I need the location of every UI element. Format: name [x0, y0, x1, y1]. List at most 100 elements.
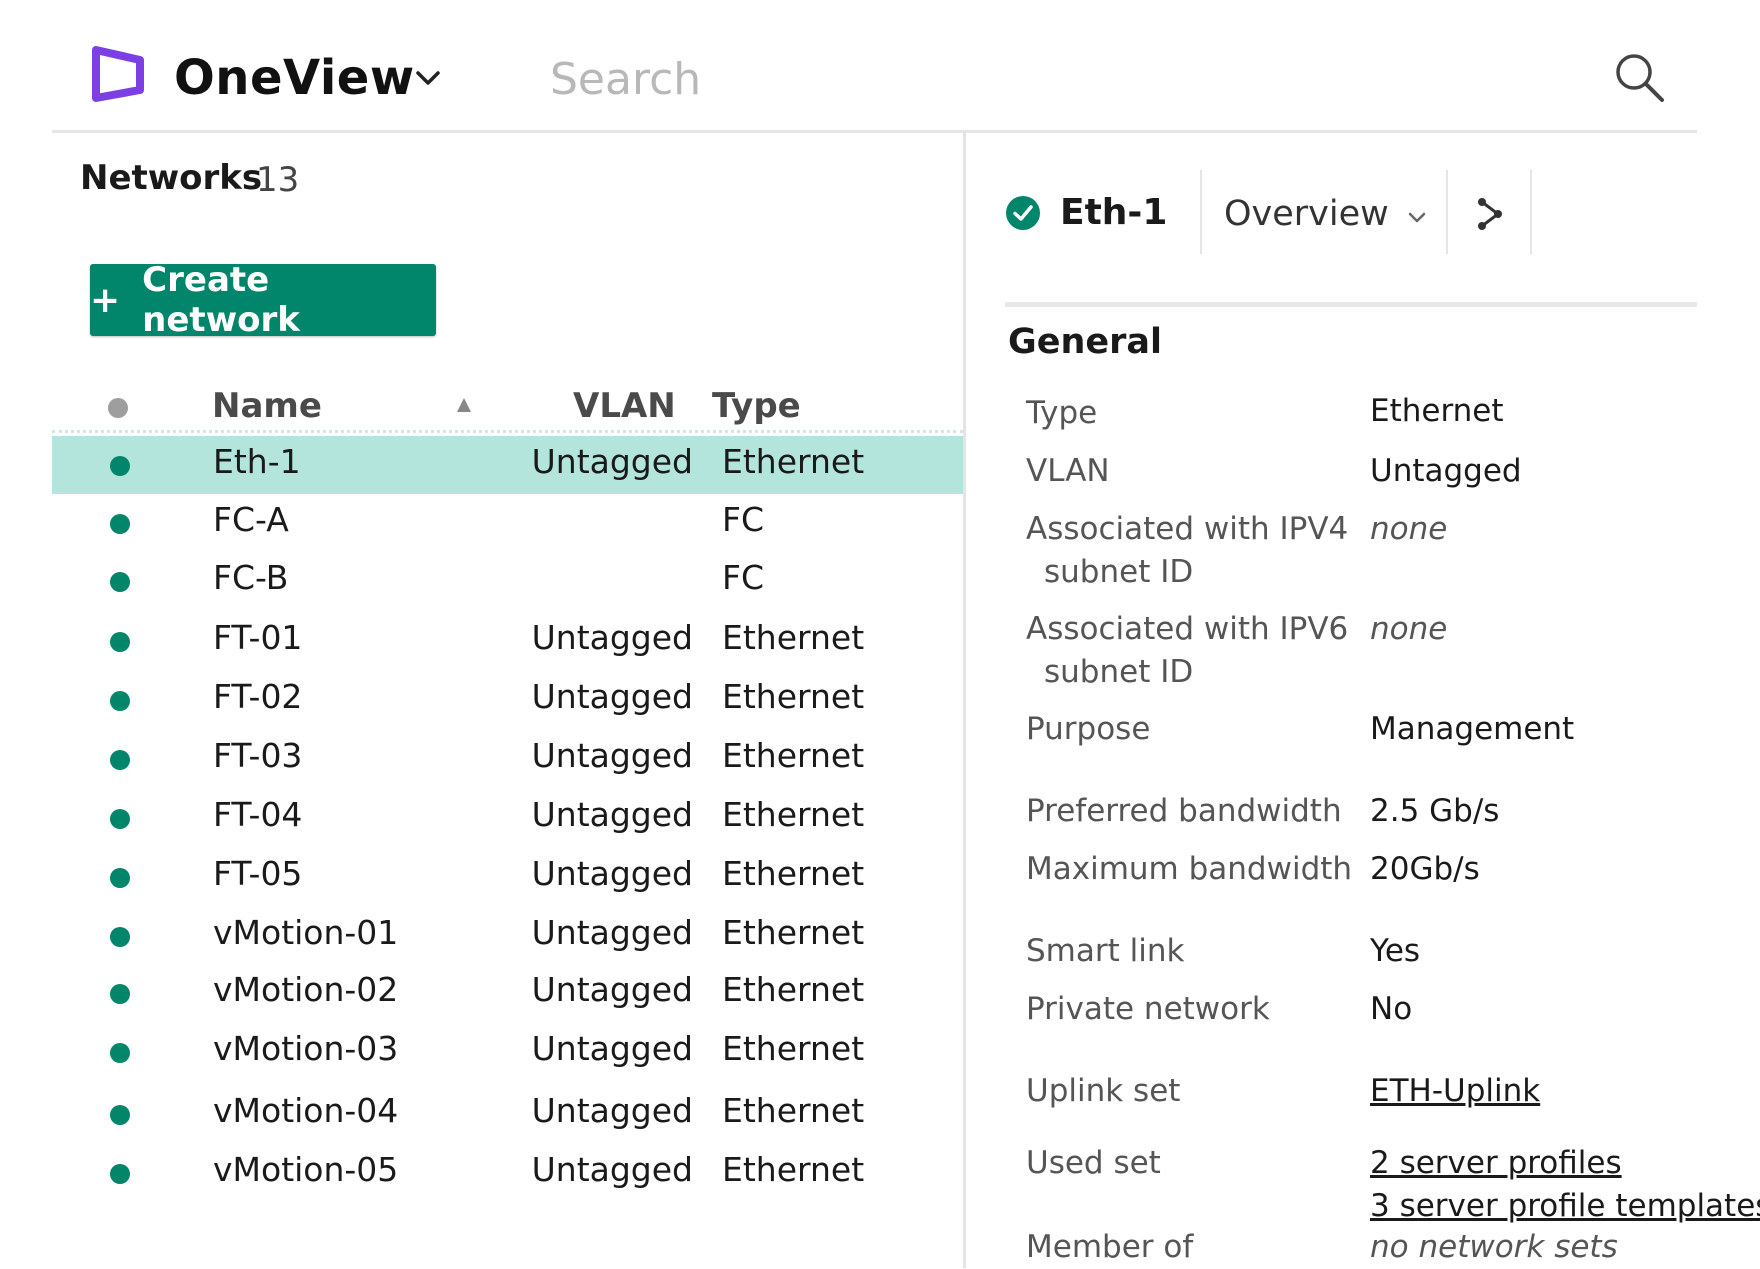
network-type: Ethernet	[722, 970, 865, 1009]
property-label-vlan: VLAN	[1026, 453, 1110, 489]
column-header-name[interactable]: Name	[212, 386, 322, 426]
network-name: vMotion-05	[213, 1150, 399, 1189]
plus-icon: +	[90, 279, 121, 321]
network-vlan: Untagged	[531, 1029, 693, 1068]
status-ok-icon	[110, 927, 130, 947]
property-label-ipv6-line1: Associated with IPV6	[1026, 611, 1349, 647]
property-label-private-network: Private network	[1026, 991, 1270, 1027]
column-header-vlan[interactable]: VLAN	[573, 386, 676, 426]
oneview-logo-icon[interactable]	[90, 46, 146, 102]
network-type: FC	[722, 558, 765, 597]
network-name: vMotion-02	[213, 970, 399, 1009]
property-label-uplink-set: Uplink set	[1026, 1073, 1181, 1109]
network-vlan: Untagged	[531, 736, 693, 775]
property-value-preferred-bandwidth: 2.5 Gb/s	[1370, 793, 1500, 829]
table-row[interactable]: Eth-1 Untagged Ethernet	[52, 436, 963, 494]
property-label-ipv4-line2: subnet ID	[1044, 554, 1194, 590]
table-row[interactable]: vMotion-01 Untagged Ethernet	[52, 907, 963, 965]
table-row[interactable]: FT-04 Untagged Ethernet	[52, 789, 963, 847]
network-name: FT-03	[213, 736, 303, 775]
property-value-smart-link: Yes	[1370, 933, 1421, 969]
toolbar-divider	[1530, 170, 1532, 254]
server-profile-templates-link[interactable]: 3 server profile templates	[1370, 1185, 1760, 1228]
network-type: Ethernet	[722, 795, 865, 834]
network-type: Ethernet	[722, 736, 865, 775]
create-network-button[interactable]: + Create network	[90, 260, 436, 340]
network-vlan: Untagged	[531, 913, 693, 952]
property-value-used-set: 2 server profiles 3 server profile templ…	[1370, 1142, 1760, 1228]
network-name: FT-02	[213, 677, 303, 716]
table-row[interactable]: vMotion-03 Untagged Ethernet	[52, 1023, 963, 1081]
topology-icon[interactable]	[1474, 196, 1506, 232]
network-name: Eth-1	[213, 442, 301, 481]
status-ok-icon	[110, 1043, 130, 1063]
property-label-ipv6-line2: subnet ID	[1044, 654, 1194, 690]
property-label-maximum-bandwidth: Maximum bandwidth	[1026, 851, 1353, 887]
network-type: Ethernet	[722, 618, 865, 657]
detail-title: Eth-1	[1060, 192, 1168, 233]
header-separator	[52, 430, 963, 433]
search-icon[interactable]	[1612, 50, 1666, 104]
network-type: Ethernet	[722, 1029, 865, 1068]
networks-title: Networks	[80, 158, 263, 198]
status-ok-icon	[110, 809, 130, 829]
server-profiles-link[interactable]: 2 server profiles	[1370, 1142, 1760, 1185]
property-label-purpose: Purpose	[1026, 711, 1151, 747]
property-label-smart-link: Smart link	[1026, 933, 1185, 969]
table-row[interactable]: vMotion-05 Untagged Ethernet	[52, 1144, 963, 1202]
table-row[interactable]: FC-A FC	[52, 494, 963, 552]
property-label-used-set: Used set	[1026, 1145, 1161, 1181]
property-label-ipv6: Associated with IPV6 subnet ID	[1026, 608, 1348, 694]
property-value-purpose: Management	[1370, 711, 1575, 747]
app-header: OneView	[52, 28, 1697, 133]
table-row[interactable]: FT-03 Untagged Ethernet	[52, 730, 963, 788]
status-ok-icon	[110, 750, 130, 770]
sort-ascending-icon[interactable]	[457, 398, 471, 412]
network-vlan: Untagged	[531, 970, 693, 1009]
chevron-down-icon[interactable]	[1406, 206, 1428, 228]
network-type: Ethernet	[722, 442, 865, 481]
column-header-type[interactable]: Type	[712, 386, 801, 426]
status-ok-icon	[110, 868, 130, 888]
chevron-down-icon[interactable]	[412, 62, 444, 94]
network-type: FC	[722, 500, 765, 539]
status-column-header[interactable]	[108, 398, 128, 418]
network-vlan: Untagged	[531, 677, 693, 716]
network-vlan: Untagged	[531, 1150, 693, 1189]
table-row[interactable]: vMotion-04 Untagged Ethernet	[52, 1085, 963, 1143]
property-value-ipv4: none	[1370, 511, 1448, 547]
status-ok-icon	[110, 572, 130, 592]
table-row[interactable]: FT-01 Untagged Ethernet	[52, 612, 963, 670]
network-vlan: Untagged	[531, 442, 693, 481]
network-type: Ethernet	[722, 854, 865, 893]
network-name: vMotion-03	[213, 1029, 399, 1068]
view-selector[interactable]: Overview	[1224, 194, 1389, 234]
table-row[interactable]: FT-05 Untagged Ethernet	[52, 848, 963, 906]
status-ok-icon	[110, 632, 130, 652]
property-label-member-of: Member of	[1026, 1229, 1194, 1265]
property-label-ipv4: Associated with IPV4 subnet ID	[1026, 508, 1348, 594]
table-row[interactable]: FC-B FC	[52, 552, 963, 610]
toolbar-divider	[1446, 170, 1448, 254]
property-value-private-network: No	[1370, 991, 1413, 1027]
search-input[interactable]	[548, 46, 1452, 112]
network-name: FT-05	[213, 854, 303, 893]
property-value-uplink-set: ETH-Uplink	[1370, 1070, 1540, 1113]
status-ok-icon	[110, 984, 130, 1004]
property-value-ipv6: none	[1370, 611, 1448, 647]
detail-header-underline	[1005, 302, 1697, 307]
network-type: Ethernet	[722, 1091, 865, 1130]
network-vlan: Untagged	[531, 795, 693, 834]
network-name: FC-B	[213, 558, 289, 597]
app-title[interactable]: OneView	[174, 50, 415, 106]
status-ok-icon	[110, 514, 130, 534]
network-name: vMotion-04	[213, 1091, 399, 1130]
network-type: Ethernet	[722, 913, 865, 952]
network-type: Ethernet	[722, 1150, 865, 1189]
table-row[interactable]: FT-02 Untagged Ethernet	[52, 671, 963, 729]
uplink-set-link[interactable]: ETH-Uplink	[1370, 1070, 1540, 1113]
table-row[interactable]: vMotion-02 Untagged Ethernet	[52, 964, 963, 1022]
status-ok-icon	[110, 691, 130, 711]
property-value-member-of: no network sets	[1370, 1229, 1618, 1265]
panel-divider[interactable]	[963, 130, 966, 1268]
